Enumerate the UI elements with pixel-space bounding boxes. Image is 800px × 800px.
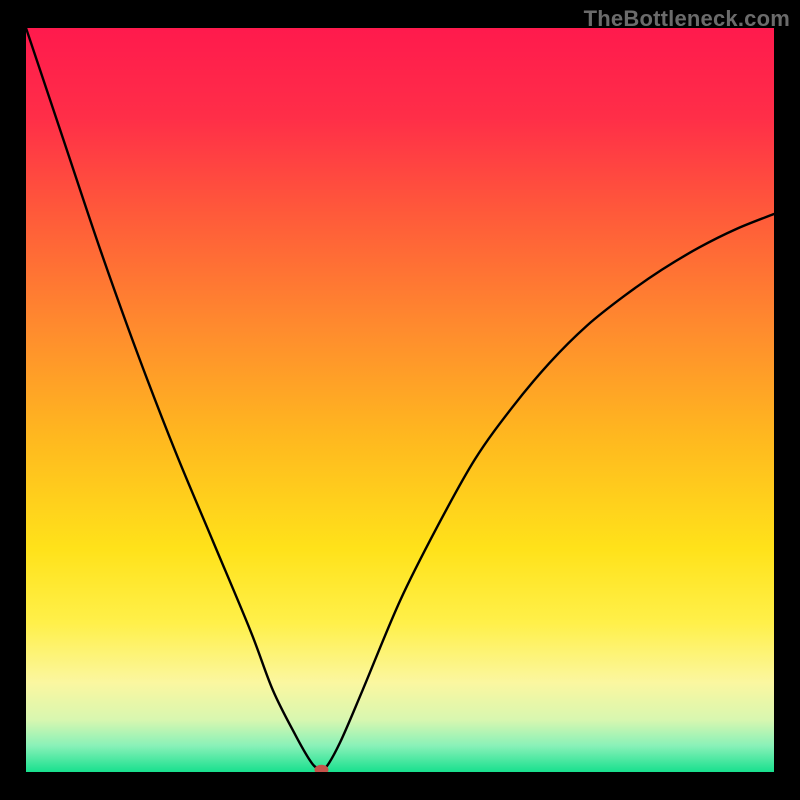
bottleneck-chart <box>26 28 774 772</box>
watermark-label: TheBottleneck.com <box>584 6 790 32</box>
plot-area <box>26 28 774 772</box>
chart-frame: TheBottleneck.com <box>0 0 800 800</box>
gradient-background <box>26 28 774 772</box>
